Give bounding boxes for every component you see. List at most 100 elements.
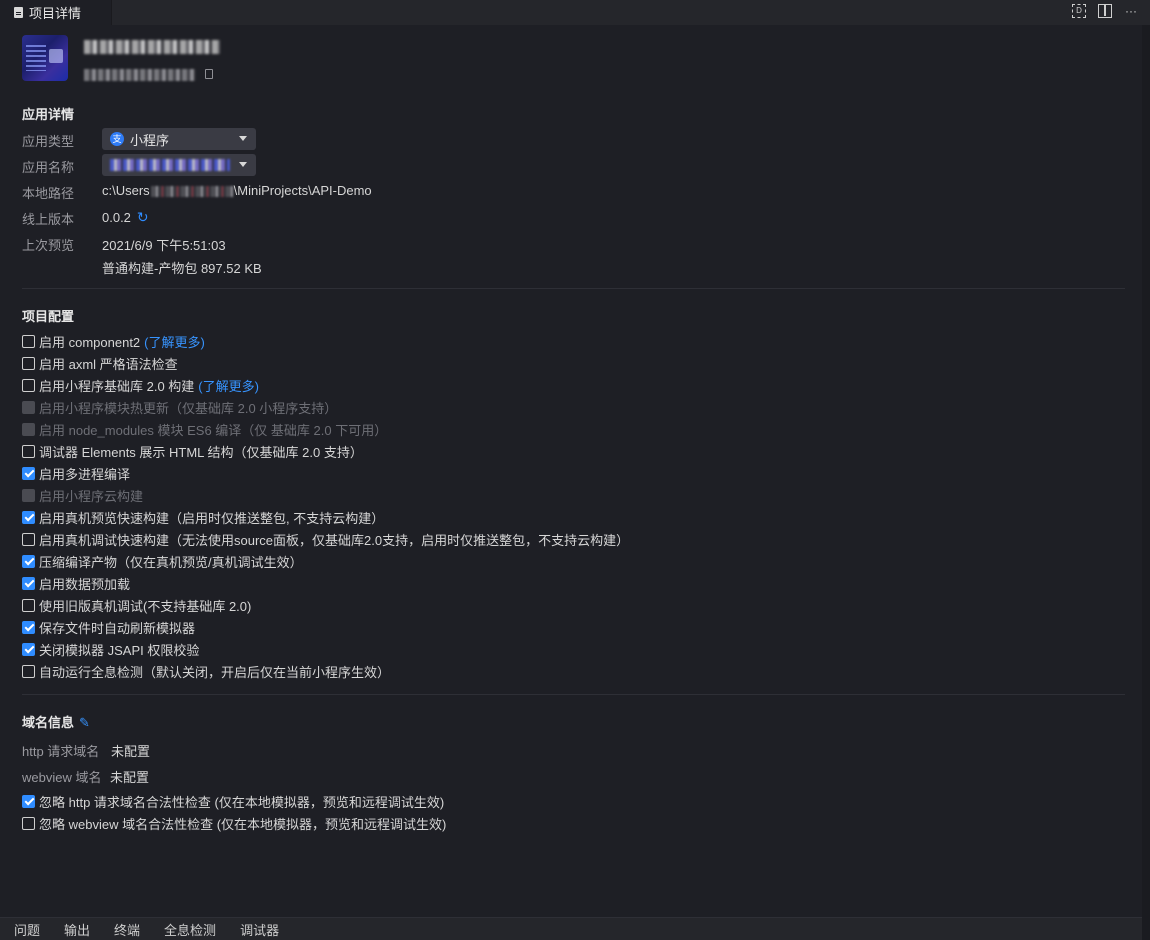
config-option-label: 启用数据预加载 [39, 576, 131, 592]
mini-program-icon: 支 [110, 132, 124, 146]
config-option[interactable]: 保存文件时自动刷新模拟器 [22, 619, 196, 636]
config-checkbox[interactable] [22, 378, 35, 392]
config-option[interactable]: 启用数据预加载 [22, 575, 131, 592]
app-type-value: 小程序 [130, 132, 170, 148]
config-checkbox[interactable] [22, 510, 35, 524]
config-checkbox[interactable] [22, 334, 35, 348]
config-checkbox [22, 488, 35, 502]
chevron-down-icon [239, 136, 247, 141]
config-option: 启用小程序模块热更新（仅基础库 2.0 小程序支持） [22, 399, 338, 416]
edit-icon[interactable]: ✎ [79, 715, 90, 730]
config-checkbox[interactable] [22, 444, 35, 458]
split-editor-icon[interactable] [1098, 4, 1112, 18]
local-path-prefix: c:\Users [102, 183, 150, 198]
divider [22, 288, 1125, 289]
config-option-label: 自动运行全息检测（默认关闭，开启后仅在当前小程序生效） [39, 664, 391, 680]
config-checkbox[interactable] [22, 576, 35, 590]
tab-project-details[interactable]: 项目详情 [0, 0, 112, 25]
preview-icon[interactable]: D [1072, 4, 1086, 18]
config-option[interactable]: 自动运行全息检测（默认关闭，开启后仅在当前小程序生效） [22, 663, 391, 680]
app-name-select[interactable] [102, 154, 256, 176]
last-preview-time: 2021/6/9 下午5:51:03 [102, 238, 226, 253]
chevron-down-icon [239, 162, 247, 167]
config-option[interactable]: 调试器 Elements 展示 HTML 结构（仅基础库 2.0 支持） [22, 443, 363, 460]
file-icon [14, 7, 23, 18]
learn-more-link[interactable]: (了解更多) [144, 332, 205, 351]
tab-actions: D ··· [1072, 4, 1138, 18]
config-option-label: 启用小程序模块热更新（仅基础库 2.0 小程序支持） [39, 400, 338, 416]
config-checkbox[interactable] [22, 642, 35, 656]
panel-tab-holographic-check[interactable]: 全息检测 [164, 920, 216, 939]
panel-tab-bar: 问题 输出 终端 全息检测 调试器 [0, 917, 1142, 940]
config-checkbox[interactable] [22, 466, 35, 480]
config-option-label: 启用真机预览快速构建（启用时仅推送整包, 不支持云构建） [39, 510, 385, 526]
app-type-select[interactable]: 支 小程序 [102, 128, 256, 150]
ignore-http-label: 忽略 http 请求域名合法性检查 (仅在本地模拟器，预览和远程调试生效) [39, 794, 445, 810]
app-id-redacted [84, 69, 196, 81]
ignore-webview-check-row[interactable]: 忽略 webview 域名合法性检查 (仅在本地模拟器，预览和远程调试生效) [22, 815, 447, 832]
online-version: 0.0.2 ↻ [102, 209, 149, 226]
config-checkbox [22, 400, 35, 414]
config-checkbox[interactable] [22, 620, 35, 634]
last-preview-label: 上次预览 [22, 238, 75, 253]
ignore-webview-label: 忽略 webview 域名合法性检查 (仅在本地模拟器，预览和远程调试生效) [39, 816, 447, 832]
config-option-label: 启用真机调试快速构建（无法使用source面板，仅基础库2.0支持，启用时仅推送… [39, 532, 630, 548]
config-option-label: 启用 component2 [39, 334, 141, 350]
domain-info-title-text: 域名信息 [22, 715, 75, 730]
online-version-label: 线上版本 [22, 212, 75, 227]
config-checkbox[interactable] [22, 598, 35, 612]
section-title-app-details: 应用详情 [22, 107, 75, 122]
config-option[interactable]: 启用真机调试快速构建（无法使用source面板，仅基础库2.0支持，启用时仅推送… [22, 531, 630, 548]
config-option-label: 使用旧版真机调试(不支持基础库 2.0) [39, 598, 252, 614]
config-option-label: 启用 node_modules 模块 ES6 编译（仅 基础库 2.0 下可用） [39, 422, 388, 438]
config-option-label: 调试器 Elements 展示 HTML 结构（仅基础库 2.0 支持） [39, 444, 363, 460]
copy-icon[interactable] [205, 69, 213, 79]
app-type-label: 应用类型 [22, 134, 75, 149]
section-title-project-config: 项目配置 [22, 309, 75, 324]
config-checkbox[interactable] [22, 532, 35, 546]
ignore-webview-checkbox[interactable] [22, 816, 35, 830]
config-checkbox[interactable] [22, 554, 35, 568]
http-domain-value: 未配置 [111, 744, 151, 759]
config-option-label: 启用小程序云构建 [39, 488, 144, 504]
config-option[interactable]: 启用 axml 严格语法检查 [22, 355, 178, 372]
divider [22, 694, 1125, 695]
config-option: 启用 node_modules 模块 ES6 编译（仅 基础库 2.0 下可用） [22, 421, 388, 438]
config-option-label: 保存文件时自动刷新模拟器 [39, 620, 196, 636]
config-option[interactable]: 压缩编译产物（仅在真机预览/真机调试生效） [22, 553, 303, 570]
panel-tab-debugger[interactable]: 调试器 [240, 920, 279, 939]
last-preview-build: 普通构建-产物包 897.52 KB [102, 261, 262, 276]
more-icon[interactable]: ··· [1124, 4, 1138, 18]
ignore-http-checkbox[interactable] [22, 794, 35, 808]
config-checkbox[interactable] [22, 356, 35, 370]
panel-tab-problems[interactable]: 问题 [14, 920, 40, 939]
config-option-label: 启用小程序基础库 2.0 构建 [39, 378, 195, 394]
config-option[interactable]: 启用 component2 (了解更多) [22, 332, 205, 351]
editor-tab-bar: 项目详情 D ··· [0, 0, 1150, 25]
app-icon [22, 35, 68, 81]
config-option: 启用小程序云构建 [22, 487, 144, 504]
panel-tab-output[interactable]: 输出 [64, 920, 90, 939]
local-path-label: 本地路径 [22, 186, 75, 201]
app-name-label: 应用名称 [22, 160, 75, 175]
config-option[interactable]: 启用小程序基础库 2.0 构建 (了解更多) [22, 376, 259, 395]
online-version-value: 0.0.2 [102, 210, 131, 225]
config-option[interactable]: 使用旧版真机调试(不支持基础库 2.0) [22, 597, 252, 614]
refresh-icon[interactable]: ↻ [137, 209, 149, 225]
panel-tab-terminal[interactable]: 终端 [114, 920, 140, 939]
config-option[interactable]: 启用多进程编译 [22, 465, 130, 482]
config-checkbox[interactable] [22, 664, 35, 678]
config-option-label: 压缩编译产物（仅在真机预览/真机调试生效） [39, 554, 303, 570]
webview-domain-label: webview 域名 [22, 770, 102, 785]
scrollbar[interactable] [1142, 25, 1150, 940]
config-option[interactable]: 关闭模拟器 JSAPI 权限校验 [22, 641, 199, 658]
learn-more-link[interactable]: (了解更多) [198, 376, 259, 395]
local-path-suffix: \MiniProjects\API-Demo [233, 183, 372, 198]
ignore-http-check-row[interactable]: 忽略 http 请求域名合法性检查 (仅在本地模拟器，预览和远程调试生效) [22, 793, 445, 810]
username-redacted [150, 186, 233, 198]
config-option-label: 启用 axml 严格语法检查 [39, 356, 178, 372]
app-name-redacted [84, 40, 220, 54]
local-path-value: c:\Users \MiniProjects\API-Demo [102, 183, 372, 198]
config-option[interactable]: 启用真机预览快速构建（启用时仅推送整包, 不支持云构建） [22, 509, 385, 526]
tab-title: 项目详情 [29, 6, 82, 21]
